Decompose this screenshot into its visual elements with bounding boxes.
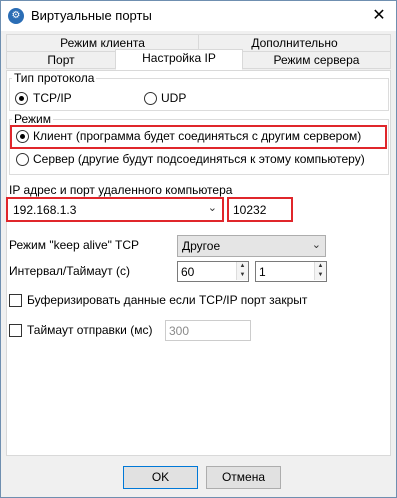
timeout-value: 1 (259, 265, 266, 279)
tcpip-radio[interactable] (15, 92, 28, 105)
udp-label[interactable]: UDP (161, 91, 186, 105)
close-icon[interactable]: ✕ (362, 1, 396, 31)
spin-up-icon[interactable]: ▲ (236, 262, 248, 271)
send-timeout-label[interactable]: Таймаут отправки (мс) (27, 323, 152, 337)
spin-down-icon[interactable]: ▼ (236, 271, 248, 280)
send-timeout-input[interactable]: 300 (165, 320, 251, 341)
tcpip-label[interactable]: TCP/IP (33, 91, 72, 105)
keepalive-label: Режим "keep alive" TCP (9, 238, 140, 252)
app-gear-icon: ⚙ (8, 8, 24, 24)
timeout-spin[interactable]: ▲ ▼ (314, 262, 326, 281)
dialog-client-area: Режим клиента Дополнительно Порт Настрой… (1, 31, 396, 497)
send-timeout-value: 300 (169, 324, 190, 338)
client-mode-radio[interactable] (16, 130, 29, 143)
remote-address-label: IP адрес и порт удаленного компьютера (9, 183, 233, 197)
interval-stepper[interactable]: 60 ▲ ▼ (177, 261, 249, 282)
protocol-group-label: Тип протокола (12, 71, 97, 85)
port-input[interactable]: 10232 (229, 199, 291, 220)
ip-settings-panel: Тип протокола TCP/IP UDP Режим Клиент (п… (6, 70, 391, 456)
server-mode-label[interactable]: Сервер (другие будут подсоединяться к эт… (33, 152, 365, 166)
client-mode-label[interactable]: Клиент (программа будет соединяться с др… (33, 129, 361, 143)
keepalive-value: Другое (182, 239, 221, 253)
ok-button[interactable]: OK (123, 466, 198, 489)
server-mode-radio[interactable] (16, 153, 29, 166)
title-bar[interactable]: ⚙ Виртуальные порты ✕ (1, 1, 396, 31)
window-title: Виртуальные порты (31, 8, 152, 23)
spin-up-icon[interactable]: ▲ (314, 262, 326, 271)
spin-down-icon[interactable]: ▼ (314, 271, 326, 280)
interval-label: Интервал/Таймаут (с) (9, 264, 130, 278)
send-timeout-checkbox[interactable] (9, 324, 22, 337)
cancel-button[interactable]: Отмена (206, 466, 281, 489)
tab-ip-settings[interactable]: Настройка IP (115, 49, 243, 70)
port-value: 10232 (233, 203, 267, 217)
chevron-down-icon[interactable]: ⌄ (208, 201, 217, 214)
interval-spin[interactable]: ▲ ▼ (236, 262, 248, 281)
ip-address-combo[interactable]: 192.168.1.3 ⌄ (8, 199, 222, 220)
ip-address-value: 192.168.1.3 (13, 203, 77, 217)
udp-radio[interactable] (144, 92, 157, 105)
dialog-window: ⚙ Виртуальные порты ✕ Режим клиента Допо… (0, 0, 397, 498)
buffer-checkbox[interactable] (9, 294, 22, 307)
buffer-label[interactable]: Буферизировать данные если TCP/IP порт з… (27, 293, 307, 307)
keepalive-select[interactable]: Другое ⌄ (177, 235, 326, 257)
tab-port[interactable]: Порт (6, 51, 116, 69)
chevron-down-icon[interactable]: ⌄ (312, 238, 321, 251)
tab-server-mode[interactable]: Режим сервера (242, 51, 391, 69)
interval-value: 60 (181, 265, 195, 279)
timeout-stepper[interactable]: 1 ▲ ▼ (255, 261, 327, 282)
mode-group-label: Режим (12, 112, 53, 126)
